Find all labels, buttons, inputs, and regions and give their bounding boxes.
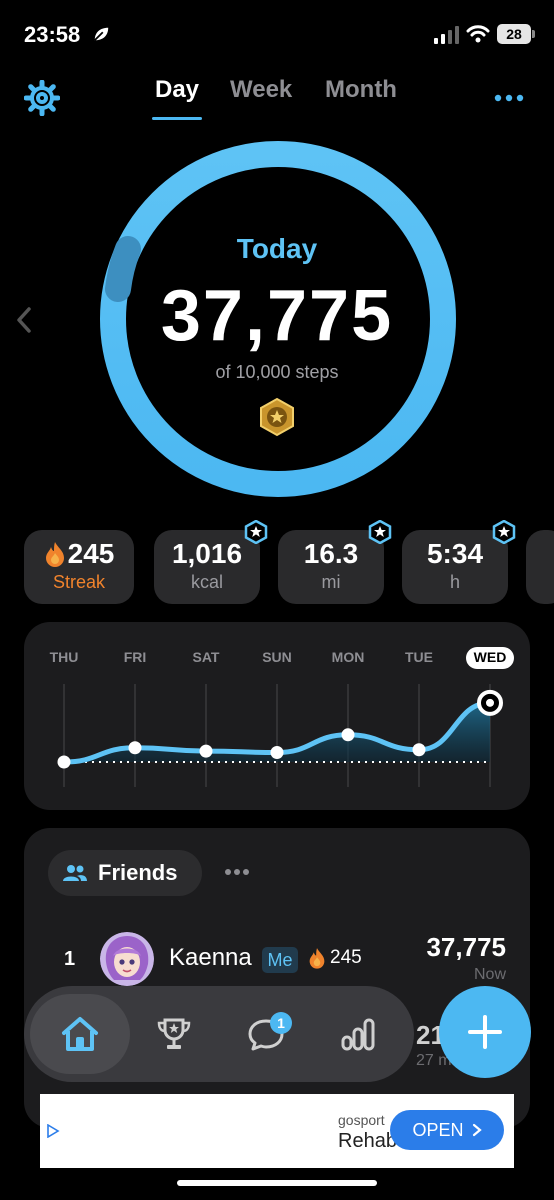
- friend-updated: Now: [473, 966, 506, 983]
- chart-point-mon[interactable]: [341, 728, 355, 742]
- duration-label: h: [449, 572, 460, 592]
- more-options-icon[interactable]: [224, 868, 250, 876]
- step-count: 37,775: [160, 276, 394, 356]
- stat-card-partial[interactable]: [526, 530, 554, 604]
- chart-point-tue[interactable]: [412, 743, 426, 757]
- tab-day[interactable]: Day: [155, 76, 199, 104]
- day-label-wed[interactable]: WED: [474, 649, 507, 665]
- me-badge: Me: [262, 947, 298, 973]
- flame-icon: [45, 542, 64, 567]
- bar-chart-icon: [341, 1018, 375, 1051]
- star-badge-icon: [368, 520, 392, 544]
- ad-choices-icon[interactable]: [46, 1124, 60, 1138]
- status-time: 23:58: [24, 22, 81, 47]
- friend-rank: 1: [64, 948, 76, 970]
- chevron-right-icon: [472, 1123, 482, 1137]
- tab-month[interactable]: Month: [325, 76, 397, 104]
- streak-label: Streak: [52, 572, 106, 592]
- day-label-sun[interactable]: SUN: [262, 649, 292, 665]
- messages-badge: 1: [270, 1012, 292, 1034]
- friends-leaderboard: Friends 1 Kaenna Me 245 37,775 Now 21 27…: [24, 828, 530, 1128]
- more-options-icon[interactable]: [494, 94, 524, 102]
- day-label-thu[interactable]: THU: [50, 649, 79, 665]
- nav-messages[interactable]: 1: [216, 994, 316, 1074]
- active-tab-underline: [152, 117, 202, 120]
- star-badge-icon: [244, 520, 268, 544]
- medal-icon[interactable]: [257, 397, 297, 437]
- day-label-sat[interactable]: SAT: [193, 649, 220, 665]
- weekly-steps-chart: THU FRI SAT SUN MON TUE WED: [50, 647, 514, 787]
- ad-open-label: OPEN: [412, 1119, 464, 1140]
- period-tabs: Day Week Month: [0, 76, 554, 124]
- friend-name: Kaenna: [169, 944, 252, 971]
- status-bar: 23:58 28: [0, 0, 554, 64]
- friends-title: Friends: [98, 860, 178, 885]
- step-goal: of 10,000 steps: [215, 362, 339, 382]
- chart-point-sun[interactable]: [270, 745, 284, 759]
- plus-icon: [468, 1015, 502, 1049]
- flame-icon: [309, 948, 325, 969]
- leaf-icon: [94, 27, 109, 41]
- nav-home[interactable]: [30, 994, 130, 1074]
- star-badge-icon: [492, 520, 516, 544]
- friend-streak: 245: [308, 947, 362, 969]
- trophy-icon: [157, 1018, 191, 1049]
- ad-banner[interactable]: gosport Rehab OPEN: [40, 1094, 514, 1168]
- ad-brand: gosport: [338, 1112, 385, 1128]
- day-label-mon[interactable]: MON: [332, 649, 365, 665]
- home-indicator: [177, 1180, 377, 1186]
- day-label-fri[interactable]: FRI: [124, 649, 147, 665]
- cellular-signal-icon: [434, 26, 459, 44]
- bottom-nav: 1: [24, 986, 414, 1082]
- streak-value: 245: [67, 538, 115, 569]
- friends-tab-button[interactable]: Friends: [48, 850, 202, 896]
- friend-steps: 37,775: [426, 932, 506, 962]
- kcal-label: kcal: [190, 572, 223, 592]
- tab-week[interactable]: Week: [230, 76, 292, 104]
- avatar[interactable]: [100, 932, 154, 986]
- stat-card-distance[interactable]: 16.3 mi: [278, 520, 392, 604]
- stat-card-kcal[interactable]: 1,016 kcal: [154, 520, 268, 604]
- ring-period-label: Today: [236, 233, 318, 264]
- streak-value-row: 245: [24, 538, 134, 570]
- wifi-icon: [466, 25, 490, 43]
- day-label-tue[interactable]: TUE: [405, 649, 433, 665]
- stat-card-duration[interactable]: 5:34 h: [402, 520, 516, 604]
- nav-challenges[interactable]: [124, 994, 224, 1074]
- friend-streak-value: 245: [330, 947, 362, 968]
- add-button[interactable]: [439, 986, 531, 1078]
- stat-card-streak[interactable]: 245 Streak: [24, 530, 134, 604]
- ad-open-button[interactable]: OPEN: [390, 1110, 504, 1150]
- weekly-chart-card[interactable]: THU FRI SAT SUN MON TUE WED: [24, 622, 530, 810]
- distance-label: mi: [321, 572, 341, 592]
- chart-point-center: [486, 698, 494, 707]
- nav-statistics[interactable]: [308, 994, 408, 1074]
- chart-point-thu[interactable]: [57, 755, 71, 769]
- chart-point-fri[interactable]: [128, 741, 142, 755]
- people-icon: [63, 865, 87, 881]
- home-icon: [62, 1017, 98, 1051]
- battery-indicator: 28: [497, 24, 535, 44]
- chart-point-sat[interactable]: [199, 744, 213, 758]
